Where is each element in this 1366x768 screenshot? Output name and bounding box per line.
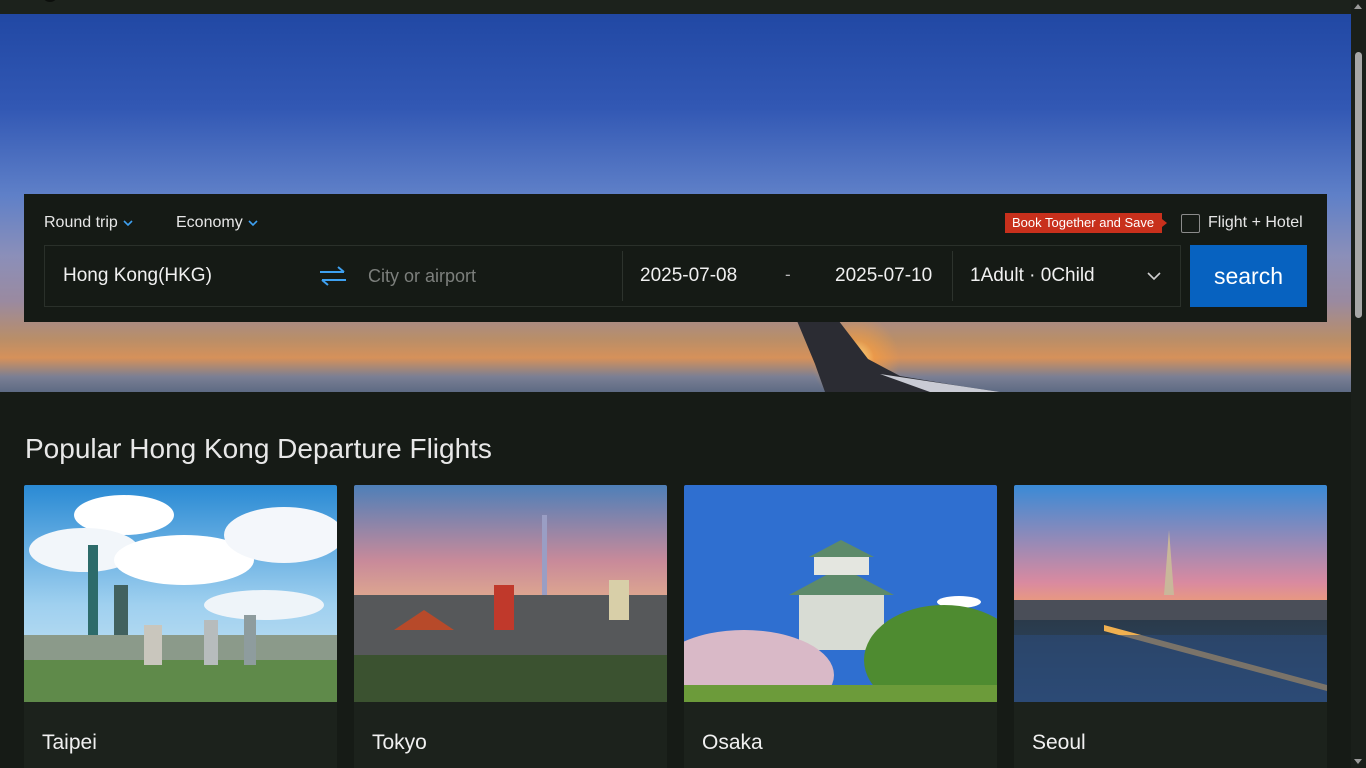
city-name: Tokyo [372, 731, 427, 754]
city-image-osaka [684, 485, 997, 702]
return-date-field[interactable]: 2025-07-10 [835, 265, 932, 287]
field-divider [952, 251, 953, 301]
trip-type-label: Round trip [44, 214, 118, 231]
chevron-down-icon [248, 220, 258, 227]
flight-hotel-checkbox[interactable] [1181, 214, 1200, 233]
destination-card-taipei[interactable]: Taipei [24, 485, 337, 768]
section-title: Popular Hong Kong Departure Flights [25, 433, 492, 464]
scroll-thumb[interactable] [1355, 52, 1362, 318]
origin-field[interactable]: Hong Kong(HKG) [63, 265, 212, 287]
destination-card-tokyo[interactable]: Tokyo [354, 485, 667, 768]
flight-hotel-label[interactable]: Flight + Hotel [1208, 214, 1303, 232]
city-name: Taipei [42, 731, 97, 754]
destination-card-seoul[interactable]: Seoul [1014, 485, 1327, 768]
vertical-scrollbar[interactable] [1351, 0, 1366, 768]
field-divider [622, 251, 623, 301]
search-button[interactable]: search [1190, 245, 1307, 307]
chevron-down-icon[interactable] [1145, 267, 1163, 285]
depart-date-field[interactable]: 2025-07-08 [640, 265, 737, 287]
city-image-seoul [1014, 485, 1327, 702]
city-name: Osaka [702, 731, 763, 754]
top-nav-bar [0, 0, 1351, 14]
passenger-selector[interactable]: 1Adult · 0Child [970, 265, 1095, 287]
city-name: Seoul [1032, 731, 1086, 754]
promo-badge: Book Together and Save [1005, 213, 1168, 233]
swap-arrows-icon[interactable] [318, 265, 348, 287]
city-image-taipei [24, 485, 337, 702]
trip-type-dropdown[interactable]: Round trip [44, 214, 134, 232]
cabin-class-dropdown[interactable]: Economy [176, 214, 259, 232]
chevron-down-icon [123, 220, 133, 227]
search-fields: Hong Kong(HKG) 2025-07-08 - 2025-07-10 1… [44, 245, 1181, 307]
scroll-down-arrow-icon[interactable] [1354, 759, 1362, 764]
logo[interactable] [42, 0, 58, 2]
cabin-class-label: Economy [176, 214, 243, 231]
destination-input[interactable] [368, 266, 608, 287]
destination-card-osaka[interactable]: Osaka [684, 485, 997, 768]
flight-search-panel: Round trip Economy Book Together and Sav… [24, 194, 1327, 322]
scroll-up-arrow-icon[interactable] [1354, 4, 1362, 9]
date-separator: - [785, 265, 791, 284]
city-image-tokyo [354, 485, 667, 702]
